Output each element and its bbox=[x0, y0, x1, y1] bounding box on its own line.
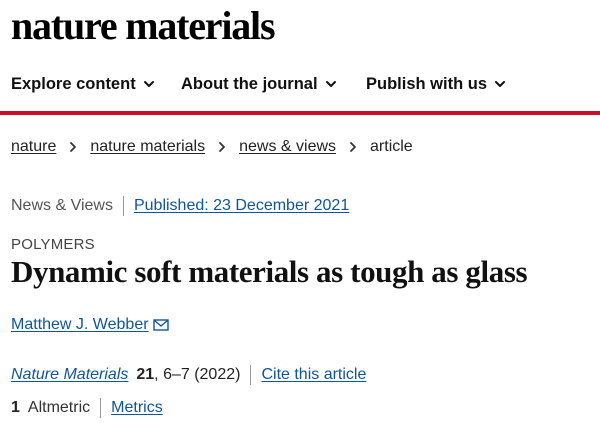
breadcrumb-nature-materials[interactable]: nature materials bbox=[90, 138, 205, 156]
volume-number: 21 bbox=[136, 366, 155, 383]
meta-divider bbox=[122, 196, 124, 216]
breadcrumb: nature nature materials news & views art… bbox=[11, 138, 413, 156]
breadcrumb-news-views[interactable]: news & views bbox=[239, 138, 336, 156]
cite-article-link[interactable]: Cite this article bbox=[261, 366, 366, 384]
nav-about-journal[interactable]: About the journal bbox=[181, 75, 337, 94]
article-meta: News & Views Published: 23 December 2021 bbox=[11, 196, 349, 216]
nav-label: Explore content bbox=[11, 74, 136, 93]
altmetric-count: 1 bbox=[11, 399, 20, 416]
article-subject: POLYMERS bbox=[11, 236, 95, 253]
chevron-down-icon bbox=[143, 81, 154, 87]
chevron-down-icon bbox=[325, 81, 336, 87]
article-type: News & Views bbox=[11, 197, 113, 214]
nav-explore-content[interactable]: Explore content bbox=[11, 75, 155, 94]
published-date-link[interactable]: Published: 23 December 2021 bbox=[134, 197, 349, 215]
metrics-line: 1 Altmetric Metrics bbox=[11, 398, 163, 418]
chevron-down-icon bbox=[495, 81, 506, 87]
author-link[interactable]: Matthew J. Webber bbox=[11, 316, 149, 334]
journal-link[interactable]: Nature Materials bbox=[11, 366, 128, 384]
altmetric-label: Altmetric bbox=[27, 399, 91, 416]
citation-divider bbox=[250, 365, 252, 385]
chevron-right-icon bbox=[219, 142, 225, 152]
chevron-right-icon bbox=[350, 142, 356, 152]
nav-label: About the journal bbox=[181, 74, 318, 93]
chevron-right-icon bbox=[70, 142, 77, 152]
breadcrumb-nature[interactable]: nature bbox=[11, 138, 56, 156]
nav-publish-with-us[interactable]: Publish with us bbox=[366, 75, 506, 94]
pages-year: , 6–7 (2022) bbox=[154, 366, 241, 383]
site-logo[interactable]: nature materials bbox=[11, 2, 276, 50]
mail-icon[interactable] bbox=[152, 318, 169, 332]
metrics-link[interactable]: Metrics bbox=[111, 399, 163, 417]
author-line: Matthew J. Webber bbox=[11, 316, 169, 334]
nav-label: Publish with us bbox=[366, 74, 488, 93]
citation-line: Nature Materials 21 , 6–7 (2022) Cite th… bbox=[11, 365, 366, 385]
article-title: Dynamic soft materials as tough as glass bbox=[11, 254, 528, 289]
header-divider bbox=[0, 111, 600, 115]
breadcrumb-current: article bbox=[370, 138, 413, 155]
metrics-divider bbox=[100, 398, 102, 418]
main-navigation: Explore content About the journal Publis… bbox=[0, 68, 600, 100]
